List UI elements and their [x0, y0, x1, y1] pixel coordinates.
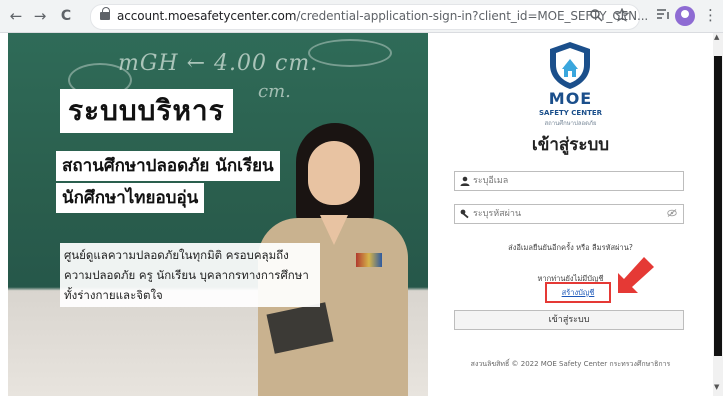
hero-title-box: ระบบบริหาร	[60, 89, 233, 133]
login-panel: MOE SAFETY CENTER สถานศึกษาปลอดภัย เข้าส…	[428, 33, 713, 396]
password-input[interactable]	[473, 206, 663, 222]
brand-name: MOE	[548, 89, 593, 108]
brand-thai: สถานศึกษาปลอดภัย	[544, 120, 597, 127]
reload-icon[interactable]: C	[56, 6, 76, 26]
scrollbar-thumb[interactable]	[714, 56, 722, 356]
chalkboard-writing-2: cm.	[258, 81, 291, 102]
footer-copyright: สงวนลิขสิทธิ์ © 2022 MOE Safety Center ก…	[470, 360, 671, 368]
login-button[interactable]: เข้าสู่ระบบ	[454, 310, 684, 330]
browser-toolbar: ← → C account.moesafetycenter.com/creden…	[0, 0, 723, 33]
hero-description-box: ศูนย์ดูแลความปลอดภัยในทุกมิติ ครอบคลุมถึ…	[60, 243, 320, 307]
url-text[interactable]: account.moesafetycenter.com/credential-a…	[117, 9, 648, 23]
back-icon[interactable]: ←	[6, 6, 26, 26]
register-link[interactable]: สร้างบัญชี	[547, 287, 609, 299]
reading-list-icon[interactable]	[656, 8, 670, 20]
bookmark-star-icon[interactable]	[615, 8, 629, 22]
hero-subtitle-1: สถานศึกษาปลอดภัย นักเรียน	[62, 156, 274, 176]
register-highlight-box: สร้างบัญชี	[545, 282, 611, 303]
address-bar[interactable]: account.moesafetycenter.com/credential-a…	[90, 4, 648, 30]
password-field[interactable]	[454, 204, 684, 224]
scroll-down-icon[interactable]: ▼	[714, 383, 719, 391]
resend-email-link[interactable]: ส่งอีเมลยืนยันอีกครั้ง	[508, 243, 574, 252]
hero-subtitle-2: นักศึกษาไทยอบอุ่น	[62, 188, 199, 208]
forward-icon[interactable]: →	[30, 6, 50, 26]
moe-shield-logo	[550, 42, 590, 89]
email-field[interactable]	[454, 171, 684, 191]
login-heading: เข้าสู่ระบบ	[531, 135, 610, 155]
hero-title: ระบบบริหาร	[68, 94, 225, 127]
key-icon	[460, 209, 469, 219]
hero-description: ศูนย์ดูแลความปลอดภัยในทุกมิติ ครอบคลุมถึ…	[64, 248, 309, 302]
email-input[interactable]	[473, 173, 663, 189]
brand-subtitle: SAFETY CENTER	[538, 109, 603, 117]
scroll-up-icon[interactable]: ▲	[714, 33, 719, 41]
chalk-scribble	[308, 39, 392, 67]
profile-avatar[interactable]	[675, 6, 695, 26]
lock-icon	[100, 7, 110, 20]
or-text: หรือ	[576, 243, 590, 252]
hero-subtitle-box: สถานศึกษาปลอดภัย นักเรียน	[56, 151, 280, 181]
chalkboard-writing: mGH ← 4.00 cm.	[118, 51, 319, 76]
hero-subtitle-box: นักศึกษาไทยอบอุ่น	[56, 183, 205, 213]
account-links: ส่งอีเมลยืนยันอีกครั้ง หรือ ลืมรหัสผ่าน?	[428, 242, 713, 254]
url-domain: account.moesafetycenter.com	[117, 9, 297, 23]
user-icon	[460, 176, 470, 186]
browser-menu-icon[interactable]: ⋮	[703, 6, 718, 24]
red-arrow-icon	[618, 257, 654, 293]
zoom-icon[interactable]	[589, 8, 603, 22]
hero-banner: mGH ← 4.00 cm. cm. ระบบบริหาร สถานศึกษาป…	[8, 33, 428, 396]
eye-off-icon[interactable]	[667, 209, 677, 217]
